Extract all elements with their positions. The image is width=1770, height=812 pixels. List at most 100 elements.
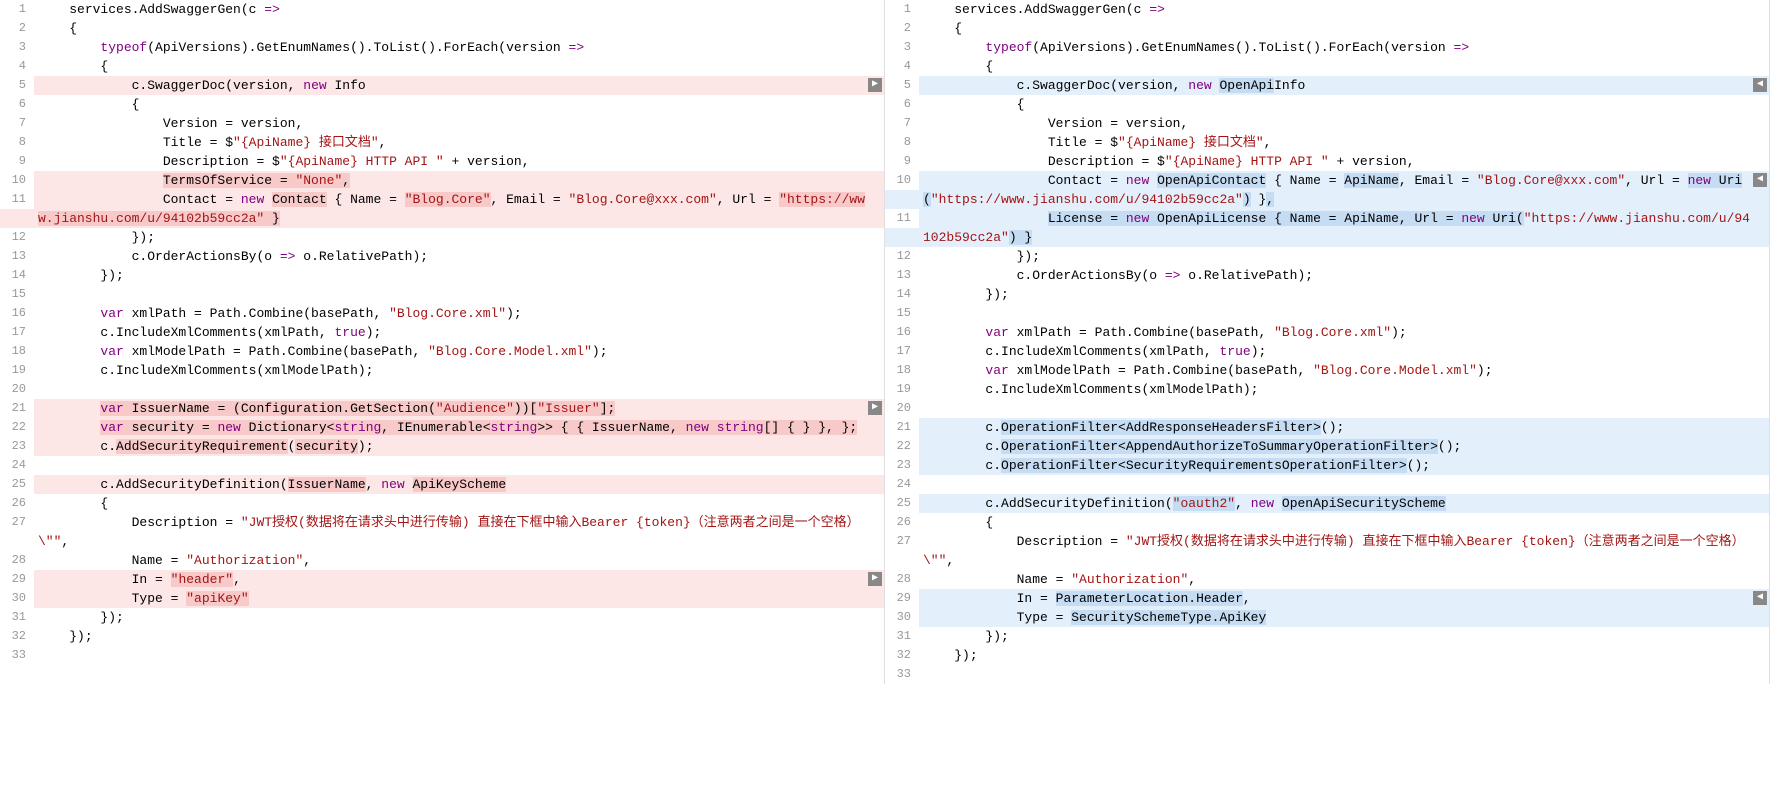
- code-line[interactable]: 23 c.OperationFilter<SecurityRequirement…: [885, 456, 1769, 475]
- line-content[interactable]: Contact = new Contact { Name = "Blog.Cor…: [34, 190, 884, 228]
- diff-marker-icon[interactable]: ◀: [1753, 591, 1767, 605]
- line-content[interactable]: {: [919, 513, 1769, 532]
- diff-marker-icon[interactable]: ◀: [1753, 173, 1767, 187]
- line-content[interactable]: });: [34, 627, 884, 646]
- code-line[interactable]: 31 });: [885, 627, 1769, 646]
- code-line[interactable]: 19 c.IncludeXmlComments(xmlModelPath);: [0, 361, 884, 380]
- line-content[interactable]: Version = version,: [919, 114, 1769, 133]
- code-line[interactable]: 11 License = new OpenApiLicense { Name =…: [885, 209, 1769, 247]
- code-line[interactable]: 22 c.OperationFilter<AppendAuthorizeToSu…: [885, 437, 1769, 456]
- line-content[interactable]: In = ParameterLocation.Header,: [919, 589, 1769, 608]
- line-content[interactable]: {: [919, 57, 1769, 76]
- code-line[interactable]: 12 });: [885, 247, 1769, 266]
- line-content[interactable]: c.AddSecurityDefinition(IssuerName, new …: [34, 475, 884, 494]
- line-content[interactable]: c.OperationFilter<AddResponseHeadersFilt…: [919, 418, 1769, 437]
- line-content[interactable]: Description = $"{ApiName} HTTP API " + v…: [919, 152, 1769, 171]
- line-content[interactable]: });: [919, 646, 1769, 665]
- line-content[interactable]: });: [34, 228, 884, 247]
- code-line[interactable]: 5 c.SwaggerDoc(version, new Info▶: [0, 76, 884, 95]
- code-line[interactable]: 13 c.OrderActionsBy(o => o.RelativePath)…: [885, 266, 1769, 285]
- line-content[interactable]: c.AddSecurityDefinition("oauth2", new Op…: [919, 494, 1769, 513]
- code-line[interactable]: 20: [0, 380, 884, 399]
- code-line[interactable]: 2 {: [885, 19, 1769, 38]
- line-content[interactable]: });: [919, 285, 1769, 304]
- line-content[interactable]: var security = new Dictionary<string, IE…: [34, 418, 884, 437]
- line-content[interactable]: c.IncludeXmlComments(xmlModelPath);: [34, 361, 884, 380]
- code-line[interactable]: 24: [0, 456, 884, 475]
- code-line[interactable]: 28 Name = "Authorization",: [0, 551, 884, 570]
- line-content[interactable]: });: [34, 608, 884, 627]
- code-line[interactable]: 24: [885, 475, 1769, 494]
- code-line[interactable]: 26 {: [0, 494, 884, 513]
- code-line[interactable]: 6 {: [0, 95, 884, 114]
- line-content[interactable]: Version = version,: [34, 114, 884, 133]
- line-content[interactable]: Description = "JWT授权(数据将在请求头中进行传输) 直接在下框…: [34, 513, 884, 551]
- line-content[interactable]: c.AddSecurityRequirement(security);: [34, 437, 884, 456]
- line-content[interactable]: var xmlModelPath = Path.Combine(basePath…: [919, 361, 1769, 380]
- code-line[interactable]: 8 Title = $"{ApiName} 接口文档",: [885, 133, 1769, 152]
- line-content[interactable]: Type = SecuritySchemeType.ApiKey: [919, 608, 1769, 627]
- line-content[interactable]: In = "header",: [34, 570, 884, 589]
- code-line[interactable]: 32 });: [0, 627, 884, 646]
- code-line[interactable]: 14 });: [885, 285, 1769, 304]
- code-line[interactable]: 31 });: [0, 608, 884, 627]
- code-line[interactable]: 30 Type = "apiKey": [0, 589, 884, 608]
- code-line[interactable]: 21 c.OperationFilter<AddResponseHeadersF…: [885, 418, 1769, 437]
- line-content[interactable]: License = new OpenApiLicense { Name = Ap…: [919, 209, 1769, 247]
- line-content[interactable]: typeof(ApiVersions).GetEnumNames().ToLis…: [919, 38, 1769, 57]
- code-line[interactable]: 10 TermsOfService = "None",: [0, 171, 884, 190]
- code-line[interactable]: 1 services.AddSwaggerGen(c =>: [0, 0, 884, 19]
- code-line[interactable]: 7 Version = version,: [885, 114, 1769, 133]
- code-line[interactable]: 32 });: [885, 646, 1769, 665]
- line-content[interactable]: Description = $"{ApiName} HTTP API " + v…: [34, 152, 884, 171]
- line-content[interactable]: {: [919, 95, 1769, 114]
- line-content[interactable]: {: [34, 494, 884, 513]
- code-line[interactable]: 21 var IssuerName = (Configuration.GetSe…: [0, 399, 884, 418]
- line-content[interactable]: c.IncludeXmlComments(xmlModelPath);: [919, 380, 1769, 399]
- code-line[interactable]: 22 var security = new Dictionary<string,…: [0, 418, 884, 437]
- line-content[interactable]: {: [919, 19, 1769, 38]
- code-line[interactable]: 20: [885, 399, 1769, 418]
- code-line[interactable]: 12 });: [0, 228, 884, 247]
- code-line[interactable]: 33: [885, 665, 1769, 684]
- line-content[interactable]: c.IncludeXmlComments(xmlPath, true);: [34, 323, 884, 342]
- line-content[interactable]: c.OperationFilter<SecurityRequirementsOp…: [919, 456, 1769, 475]
- code-line[interactable]: 30 Type = SecuritySchemeType.ApiKey: [885, 608, 1769, 627]
- code-line[interactable]: 9 Description = $"{ApiName} HTTP API " +…: [885, 152, 1769, 171]
- code-line[interactable]: 10 Contact = new OpenApiContact { Name =…: [885, 171, 1769, 209]
- code-line[interactable]: 25 c.AddSecurityDefinition("oauth2", new…: [885, 494, 1769, 513]
- line-content[interactable]: Description = "JWT授权(数据将在请求头中进行传输) 直接在下框…: [919, 532, 1769, 570]
- code-line[interactable]: 17 c.IncludeXmlComments(xmlPath, true);: [0, 323, 884, 342]
- line-content[interactable]: c.SwaggerDoc(version, new Info: [34, 76, 884, 95]
- line-content[interactable]: c.SwaggerDoc(version, new OpenApiInfo: [919, 76, 1769, 95]
- code-line[interactable]: 25 c.AddSecurityDefinition(IssuerName, n…: [0, 475, 884, 494]
- code-line[interactable]: 8 Title = $"{ApiName} 接口文档",: [0, 133, 884, 152]
- diff-marker-icon[interactable]: ▶: [868, 572, 882, 586]
- code-line[interactable]: 3 typeof(ApiVersions).GetEnumNames().ToL…: [0, 38, 884, 57]
- line-content[interactable]: TermsOfService = "None",: [34, 171, 884, 190]
- code-line[interactable]: 1 services.AddSwaggerGen(c =>: [885, 0, 1769, 19]
- code-line[interactable]: 15: [885, 304, 1769, 323]
- line-content[interactable]: });: [919, 627, 1769, 646]
- line-content[interactable]: Type = "apiKey": [34, 589, 884, 608]
- line-content[interactable]: c.OrderActionsBy(o => o.RelativePath);: [919, 266, 1769, 285]
- diff-marker-icon[interactable]: ◀: [1753, 78, 1767, 92]
- code-line[interactable]: 2 {: [0, 19, 884, 38]
- line-content[interactable]: });: [919, 247, 1769, 266]
- code-line[interactable]: 4 {: [885, 57, 1769, 76]
- code-line[interactable]: 9 Description = $"{ApiName} HTTP API " +…: [0, 152, 884, 171]
- code-line[interactable]: 33: [0, 646, 884, 665]
- code-line[interactable]: 15: [0, 285, 884, 304]
- code-line[interactable]: 4 {: [0, 57, 884, 76]
- line-content[interactable]: Name = "Authorization",: [34, 551, 884, 570]
- code-line[interactable]: 16 var xmlPath = Path.Combine(basePath, …: [0, 304, 884, 323]
- line-content[interactable]: services.AddSwaggerGen(c =>: [919, 0, 1769, 19]
- line-content[interactable]: c.IncludeXmlComments(xmlPath, true);: [919, 342, 1769, 361]
- right-pane[interactable]: 1 services.AddSwaggerGen(c =>2 {3 typeof…: [885, 0, 1770, 684]
- line-content[interactable]: var xmlModelPath = Path.Combine(basePath…: [34, 342, 884, 361]
- line-content[interactable]: Contact = new OpenApiContact { Name = Ap…: [919, 171, 1769, 209]
- code-line[interactable]: 26 {: [885, 513, 1769, 532]
- code-line[interactable]: 5 c.SwaggerDoc(version, new OpenApiInfo◀: [885, 76, 1769, 95]
- code-line[interactable]: 17 c.IncludeXmlComments(xmlPath, true);: [885, 342, 1769, 361]
- code-line[interactable]: 18 var xmlModelPath = Path.Combine(baseP…: [0, 342, 884, 361]
